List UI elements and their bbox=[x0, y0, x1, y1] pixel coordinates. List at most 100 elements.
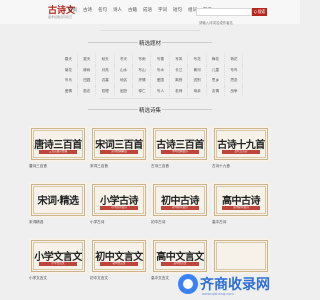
card-cover: 古诗十九首 汉代五言诗 bbox=[212, 126, 270, 162]
tag-item[interactable]: 爱情 bbox=[60, 85, 78, 96]
search-button[interactable]: Q 搜索 bbox=[252, 8, 267, 16]
tag-item[interactable]: 战争 bbox=[226, 85, 244, 96]
title-line-left bbox=[88, 42, 138, 43]
nav-item-classics[interactable]: 古籍 bbox=[125, 7, 140, 13]
tag-item[interactable]: 离别 bbox=[170, 75, 189, 86]
collection-card[interactable]: 初中文言文 初中文言文 初中文言文 bbox=[90, 238, 148, 283]
card-cover-subtitle: 汉代五言诗 bbox=[222, 150, 260, 154]
collection-card[interactable]: 宋词三百首 宋词经典精选 宋词三百首 bbox=[90, 126, 148, 171]
tag-item[interactable]: 写雨 bbox=[134, 54, 152, 65]
tag-item[interactable]: 夏天 bbox=[78, 54, 97, 65]
tag-item[interactable]: 写风 bbox=[170, 54, 189, 65]
nav-item-quotes[interactable]: 名句 bbox=[95, 7, 110, 13]
card-cover-title: 宋词三百首 bbox=[95, 140, 143, 151]
collection-card[interactable]: 古诗三百首 中华经典古诗 古诗三百首 bbox=[151, 126, 209, 171]
tag-item[interactable]: 冬天 bbox=[115, 54, 133, 65]
title-line-right bbox=[162, 42, 212, 43]
card-label[interactable]: 唐诗三百首 bbox=[29, 164, 47, 169]
header-divider bbox=[100, 30, 200, 31]
topic-tags: 春天 夏天 秋天 冬天 写雨 写雪 写风 写花 梅花 荷花 菊花 柳树 月亮 山… bbox=[60, 54, 244, 96]
tag-item[interactable]: 写人 bbox=[152, 85, 170, 96]
nav-item-poems[interactable]: 古诗 bbox=[80, 7, 95, 13]
tag-item[interactable]: 春天 bbox=[60, 54, 78, 65]
tag-item[interactable]: 荷花 bbox=[226, 54, 244, 65]
tag-item[interactable]: 山水 bbox=[115, 64, 133, 75]
card-cover-subtitle: 高中文言文 bbox=[161, 262, 199, 266]
watermark-logo-icon bbox=[178, 274, 198, 294]
nav-item-home[interactable]: 首页 bbox=[65, 7, 80, 13]
search-field bbox=[196, 8, 252, 26]
tag-item[interactable]: 悼亡 bbox=[134, 85, 152, 96]
tag-item[interactable]: 老师 bbox=[170, 85, 189, 96]
section-divider bbox=[100, 98, 200, 99]
card-label[interactable]: 高中古诗 bbox=[212, 220, 226, 225]
search-input[interactable] bbox=[197, 20, 251, 26]
collection-card[interactable]: 唐诗三百首 三百首唐诗经典 唐诗三百首 bbox=[29, 126, 87, 171]
logo-subtitle: 国学经典诗词鉴赏 bbox=[48, 15, 73, 19]
tag-item[interactable]: 写山 bbox=[134, 64, 152, 75]
tag-item[interactable]: 儿童 bbox=[207, 64, 225, 75]
collection-card[interactable]: 小学文言文 小学文言文 小学文言文 bbox=[29, 238, 87, 283]
card-cover: 高中古诗 高中必背古诗 bbox=[212, 182, 270, 218]
collection-card[interactable]: 高中古诗 高中必背古诗 高中古诗 bbox=[212, 182, 270, 227]
card-cover-title: 初中文言文 bbox=[95, 252, 143, 263]
tag-item[interactable]: 梅花 bbox=[207, 54, 225, 65]
tag-item[interactable]: 长江 bbox=[170, 64, 189, 75]
tag-item[interactable]: 哲理 bbox=[97, 85, 115, 96]
collection-card[interactable]: 宋词·精选 宋词精选 bbox=[29, 182, 87, 227]
nav-item-idioms[interactable]: 成语 bbox=[140, 7, 155, 13]
main-nav: 首页 古诗 名句 诗人 古籍 成语 字词 短句 组词 歇后 bbox=[65, 7, 215, 13]
tag-item[interactable]: 写鸟 bbox=[226, 64, 244, 75]
card-frame-inner bbox=[216, 242, 266, 270]
tag-item[interactable]: 菊花 bbox=[60, 64, 78, 75]
card-cover-subtitle: 中华经典古诗 bbox=[161, 150, 199, 154]
card-cover: 唐诗三百首 三百首唐诗经典 bbox=[29, 126, 87, 162]
card-label[interactable]: 初中文言文 bbox=[90, 276, 108, 281]
collection-card[interactable]: 小学古诗 小学必背古诗 小学古诗 bbox=[90, 182, 148, 227]
tag-item[interactable]: 边塞 bbox=[97, 75, 115, 86]
tag-item[interactable]: 抒情 bbox=[134, 75, 152, 86]
nav-item-poets[interactable]: 诗人 bbox=[110, 7, 125, 13]
collection-card[interactable]: 古诗十九首 汉代五言诗 古诗十九首 bbox=[212, 126, 270, 171]
tag-item[interactable]: 闺怨 bbox=[115, 85, 133, 96]
tag-item[interactable]: 思乡 bbox=[207, 75, 225, 86]
tag-item[interactable]: 柳树 bbox=[78, 64, 97, 75]
tag-item[interactable]: 写雪 bbox=[152, 54, 170, 65]
tag-item[interactable]: 思念 bbox=[226, 75, 244, 86]
title-line-left bbox=[88, 109, 138, 110]
tag-item[interactable]: 月亮 bbox=[97, 64, 115, 75]
tag-item[interactable]: 友情 bbox=[207, 85, 225, 96]
card-label[interactable]: 高中文言文 bbox=[151, 276, 169, 281]
tag-item[interactable]: 田园 bbox=[78, 75, 97, 86]
card-label[interactable]: 小学文言文 bbox=[29, 276, 47, 281]
tag-item[interactable]: 写马 bbox=[60, 75, 78, 86]
card-cover: 小学文言文 小学文言文 bbox=[29, 238, 87, 274]
poem-collection-grid: 唐诗三百首 三百首唐诗经典 唐诗三百首 宋词三百首 宋词经典精选 宋词三百首 古… bbox=[29, 126, 271, 283]
tag-item[interactable]: 爱国 bbox=[152, 75, 170, 86]
watermark-subtitle: www.qishang.com bbox=[202, 292, 234, 296]
card-cover-subtitle: 小学文言文 bbox=[39, 262, 77, 266]
card-cover-title: 高中古诗 bbox=[222, 196, 261, 207]
card-cover: 初中文言文 初中文言文 bbox=[90, 238, 148, 274]
card-label[interactable]: 宋词精选 bbox=[29, 220, 43, 225]
tag-item[interactable]: 地名 bbox=[115, 75, 133, 86]
card-label[interactable]: 小学古诗 bbox=[90, 220, 104, 225]
card-label[interactable]: 古诗三百首 bbox=[151, 164, 169, 169]
card-label[interactable]: 宋词三百首 bbox=[90, 164, 108, 169]
tag-item[interactable]: 励志 bbox=[78, 85, 97, 96]
section-title-poems-text: 精选诗集 bbox=[138, 108, 161, 114]
collection-card[interactable]: 初中古诗 初中必背古诗 初中古诗 bbox=[151, 182, 209, 227]
site-logo[interactable]: 古诗文 国学经典诗词鉴赏 bbox=[48, 3, 80, 23]
card-label[interactable]: 古诗十九首 bbox=[212, 164, 230, 169]
tag-item[interactable]: 写水 bbox=[152, 64, 170, 75]
tag-item[interactable]: 秋天 bbox=[97, 54, 115, 65]
section-title-topics-text: 精选题材 bbox=[138, 41, 161, 47]
tag-item[interactable]: 写花 bbox=[189, 54, 207, 65]
nav-item-sentences[interactable]: 短句 bbox=[170, 7, 185, 13]
card-label[interactable]: 初中古诗 bbox=[151, 220, 165, 225]
tag-item[interactable]: 送别 bbox=[189, 75, 207, 86]
tag-item[interactable]: 母亲 bbox=[189, 85, 207, 96]
card-cover-title: 小学古诗 bbox=[100, 196, 139, 207]
nav-item-words[interactable]: 字词 bbox=[155, 7, 170, 13]
tag-item[interactable]: 黄河 bbox=[189, 64, 207, 75]
